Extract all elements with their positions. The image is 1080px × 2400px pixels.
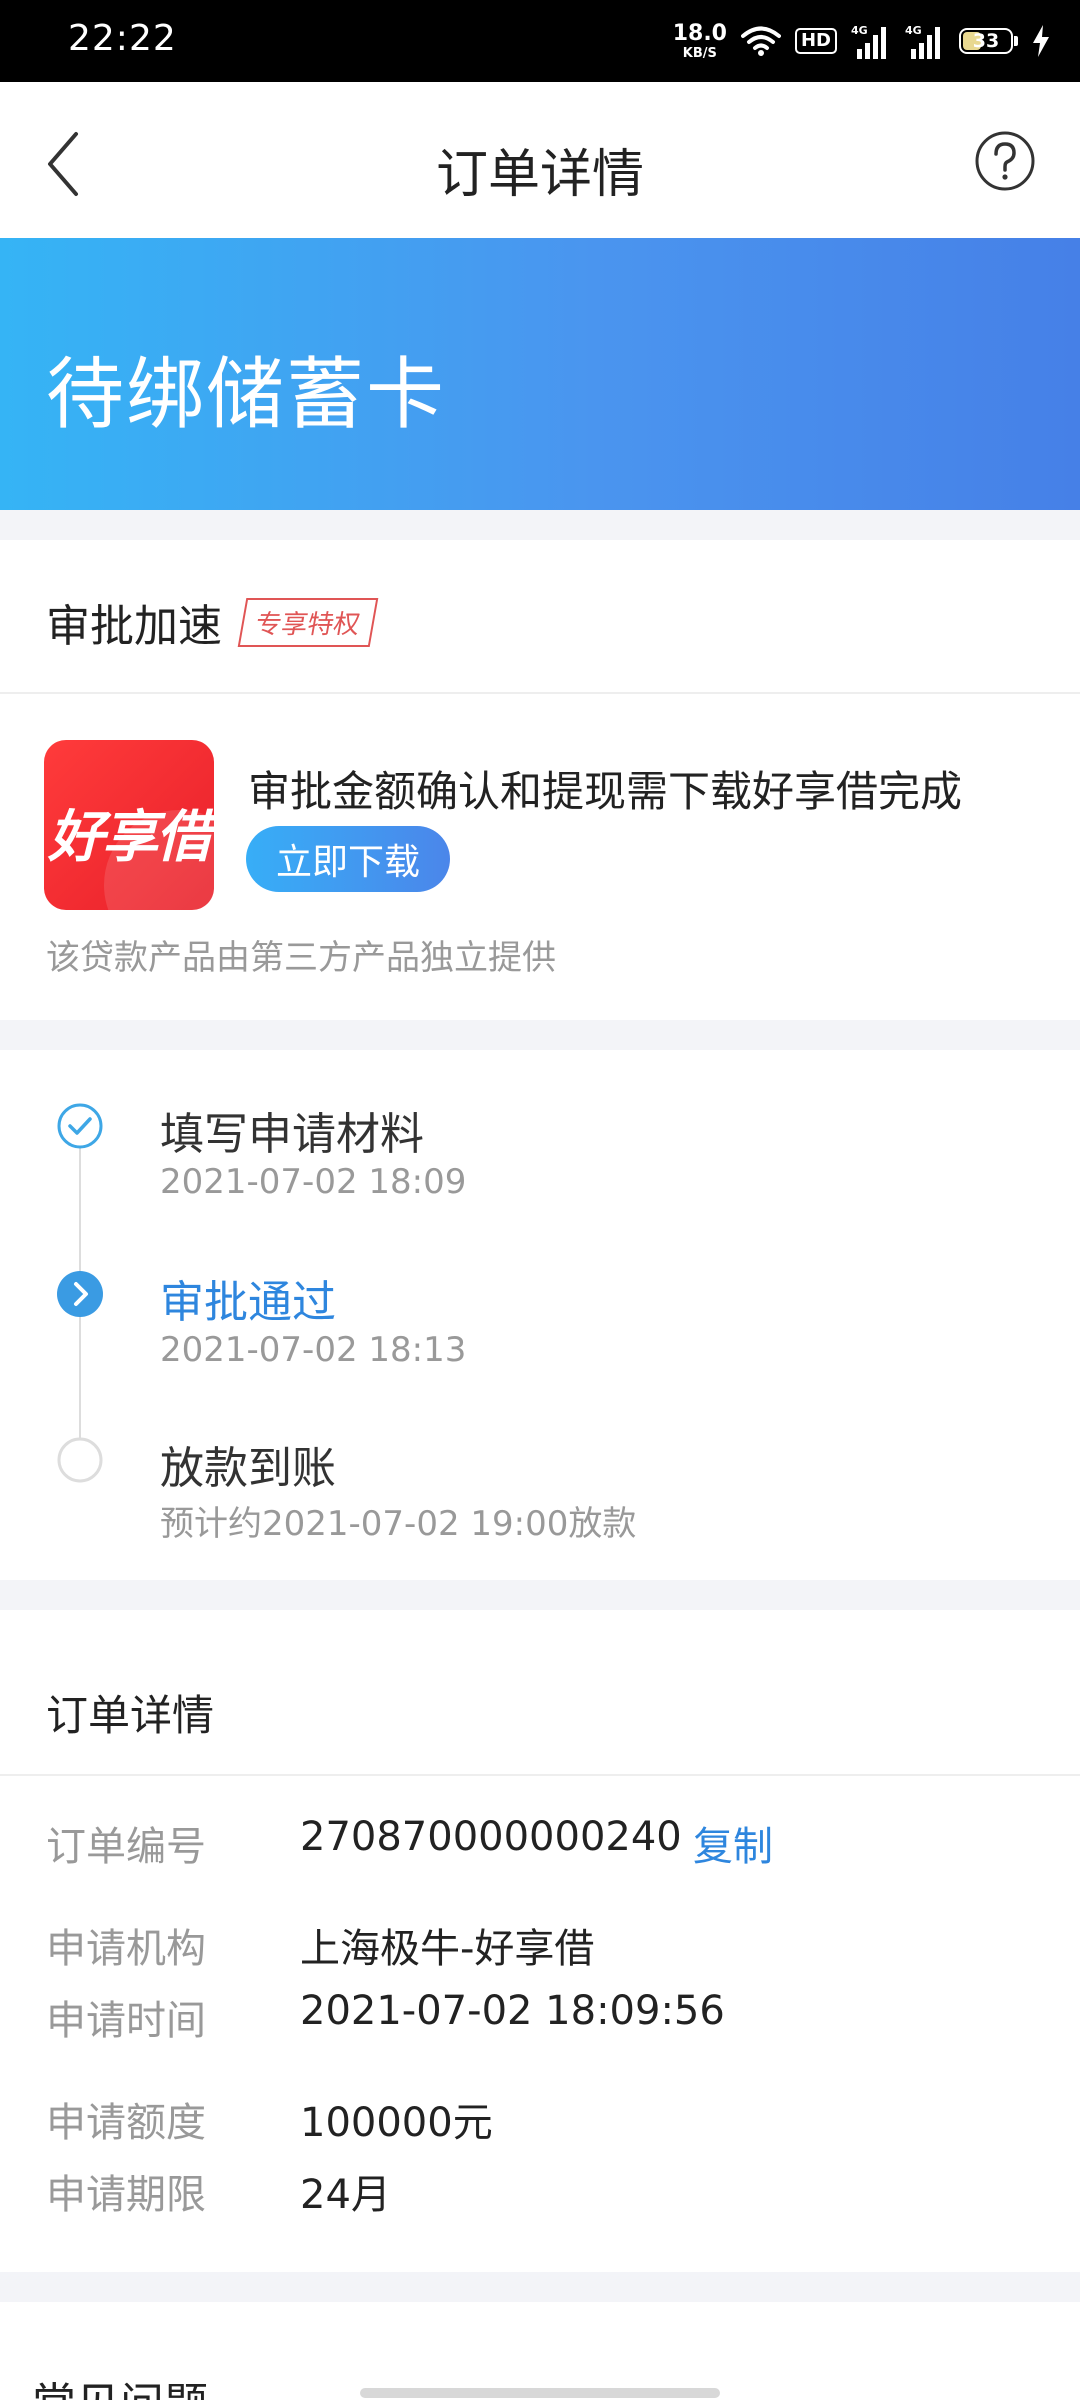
divider — [0, 1774, 1080, 1776]
detail-label: 申请额度 — [46, 2100, 206, 2146]
detail-label: 订单编号 — [46, 1824, 206, 1870]
status-time: 22:22 — [68, 18, 177, 59]
order-status: 待绑储蓄卡 — [46, 350, 447, 440]
battery-level: 33 — [972, 30, 1000, 52]
detail-value: 24月 — [300, 2172, 391, 2218]
signal-icon-2: 4G — [905, 24, 940, 59]
divider — [0, 692, 1080, 694]
faq-card: 常见问题 — [0, 2302, 1080, 2400]
wifi-icon — [740, 26, 781, 56]
detail-value: 上海极牛-好享借 — [300, 1926, 595, 1972]
step-title: 放款到账 — [160, 1443, 336, 1494]
charging-icon — [1033, 25, 1049, 57]
status-banner: 待绑储蓄卡 — [0, 238, 1080, 510]
accelerate-header: 审批加速 专享特权 — [46, 590, 379, 654]
third-party-note: 该贷款产品由第三方产品独立提供 — [46, 938, 556, 978]
step-title: 填写申请材料 — [160, 1109, 424, 1160]
step-time: 2021-07-02 18:09 — [160, 1162, 467, 1202]
details-section-title: 订单详情 — [46, 1691, 215, 1740]
app-logo-text: 好享借 — [48, 805, 212, 870]
help-icon[interactable] — [974, 130, 1036, 192]
network-speed-value: 18.0 — [672, 20, 727, 46]
step-time: 2021-07-02 18:13 — [160, 1330, 467, 1370]
detail-label: 申请期限 — [46, 2172, 206, 2218]
order-details-card: 订单详情 订单编号 270870000000240 复制 申请机构 上海极牛-好… — [0, 1610, 1080, 2272]
status-icons: 18.0 KB/S HD 4G 4G 33 — [673, 18, 1050, 64]
hd-voice-icon: HD — [794, 28, 837, 54]
detail-value: 100000元 — [300, 2100, 493, 2146]
svg-text:4G: 4G — [851, 24, 868, 37]
faq-title: 常见问题 — [32, 2368, 208, 2400]
detail-value: 2021-07-02 18:09:56 — [300, 1988, 725, 2034]
pending-circle-icon — [57, 1437, 103, 1483]
home-indicator[interactable] — [360, 2388, 720, 2398]
network-speed-unit: KB/S — [682, 45, 717, 61]
detail-label: 申请机构 — [46, 1926, 206, 1972]
accelerate-description: 审批金额确认和提现需下载好享借完成 — [248, 767, 963, 816]
status-bar: 22:22 18.0 KB/S HD 4G 4G 33 — [0, 0, 1080, 82]
approval-accelerate-card: 审批加速 专享特权 好享借 审批金额确认和提现需下载好享借完成 立即下载 该贷款… — [0, 540, 1080, 1020]
copy-button[interactable]: 复制 — [693, 1814, 773, 1872]
chevron-right-circle-icon — [57, 1271, 103, 1317]
network-speed: 18.0 KB/S — [672, 20, 727, 61]
check-circle-icon — [57, 1103, 103, 1149]
detail-value: 270870000000240 — [300, 1814, 682, 1860]
step-title: 审批通过 — [160, 1277, 336, 1328]
svg-text:4G: 4G — [905, 24, 922, 37]
page-title: 订单详情 — [435, 145, 644, 205]
privilege-tag: 专享特权 — [237, 597, 379, 647]
nav-bar: 订单详情 — [0, 82, 1080, 238]
battery-icon: 33 — [959, 28, 1018, 54]
signal-icon: 4G — [851, 24, 886, 59]
detail-label: 申请时间 — [46, 1998, 206, 2044]
download-button[interactable]: 立即下载 — [246, 826, 450, 892]
app-logo[interactable]: 好享借 — [44, 740, 214, 910]
step-time: 预计约2021-07-02 19:00放款 — [160, 1504, 637, 1544]
accelerate-title: 审批加速 — [46, 601, 222, 652]
progress-card: 填写申请材料 2021-07-02 18:09 审批通过 2021-07-02 … — [0, 1050, 1080, 1580]
